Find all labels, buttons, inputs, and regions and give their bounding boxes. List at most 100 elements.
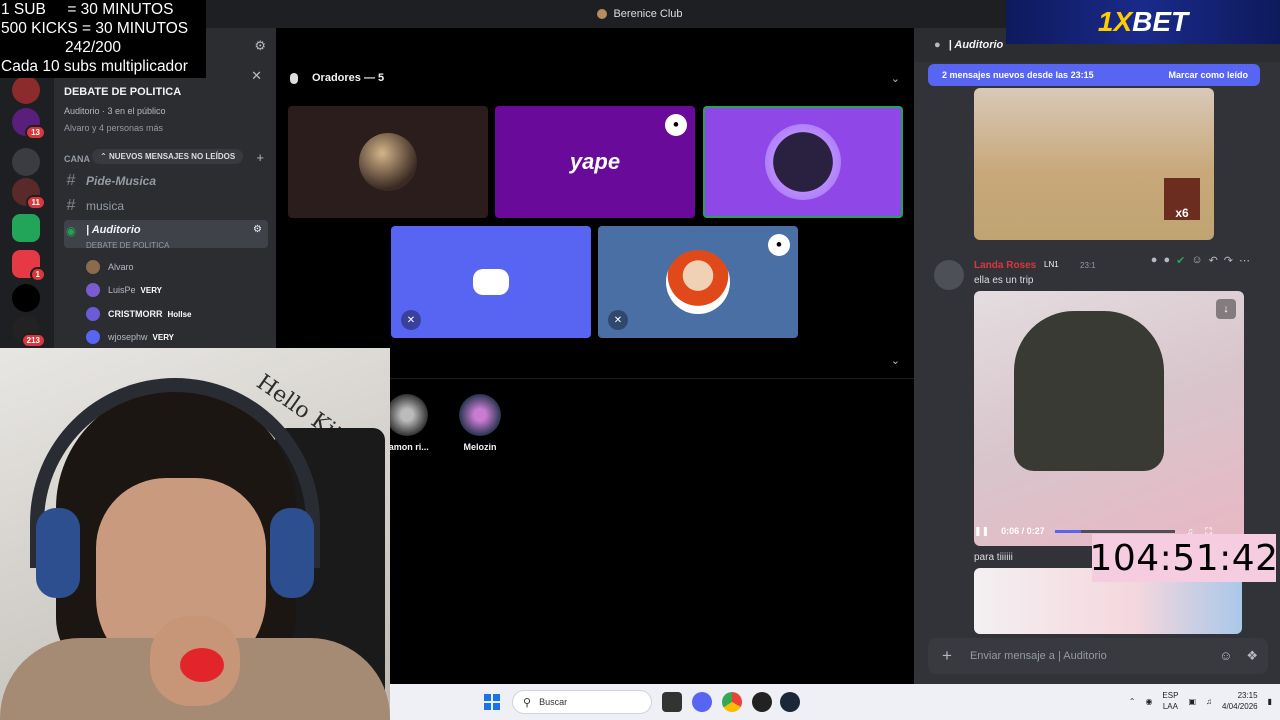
emoji-icon[interactable]: ☺ <box>1219 648 1232 664</box>
message-author[interactable]: Landa Roses <box>974 260 1036 271</box>
member-name: Alvaro <box>108 262 134 272</box>
network-icon[interactable]: ▣ <box>1188 697 1196 706</box>
settings-icon[interactable]: ⚙ <box>253 224 262 235</box>
speakers-header: Oradores — 5 <box>290 72 384 84</box>
windows-taskbar: ⚲ Buscar ⌃ ◉ ESP LAA ▣ ♫ 23:15 4/04/2026… <box>390 684 1280 720</box>
windows-start-icon[interactable] <box>484 694 500 710</box>
stage-icon: ◉ <box>65 224 77 238</box>
channel-musica[interactable]: # musica <box>64 195 268 217</box>
server-button-7[interactable] <box>12 284 40 312</box>
media-badge: x6 <box>1164 178 1200 220</box>
member-tag: Hollse <box>167 309 192 319</box>
discord-taskbar-icon[interactable] <box>692 692 712 712</box>
download-icon[interactable]: ↓ <box>1216 299 1236 319</box>
video-progress-bar[interactable] <box>1054 529 1175 533</box>
speaker-tile-speaking[interactable] <box>703 106 903 218</box>
mark-as-read-button[interactable]: Marcar como leído <box>1168 70 1248 80</box>
discord-logo-icon <box>473 269 509 295</box>
obs-taskbar-icon[interactable] <box>752 692 772 712</box>
server-button-8[interactable]: 213 <box>12 316 46 348</box>
server-button-3[interactable] <box>12 148 40 176</box>
video-frame <box>1014 311 1164 471</box>
webcam-feed: Hello Kit <box>0 348 390 720</box>
taskbar-clock[interactable]: 23:15 4/04/2026 <box>1222 690 1258 712</box>
notification-icon[interactable]: ▮ <box>1268 697 1272 706</box>
avatar <box>666 250 730 314</box>
member-row[interactable]: LuisPe VERY <box>86 281 162 299</box>
image-attachment[interactable]: x6 <box>974 88 1214 240</box>
microphone-icon <box>290 72 298 84</box>
hash-icon: # <box>66 172 76 189</box>
chevron-down-icon[interactable]: ⌄ <box>891 72 900 85</box>
stage-event-subtitle: Auditorio · 3 en el público <box>64 106 166 116</box>
audience-name: ramon ri... <box>385 442 429 452</box>
add-channel-icon[interactable]: + <box>256 150 264 165</box>
server-button-2[interactable]: 13 <box>12 108 46 140</box>
speaker-tile[interactable]: ✕ <box>391 226 591 338</box>
apps-icon[interactable]: ❖ <box>1246 648 1258 664</box>
chevron-up-icon[interactable]: ⌃ <box>1129 697 1136 706</box>
composer-placeholder[interactable]: Enviar mensaje a | Auditorio <box>970 650 1107 662</box>
category-label[interactable]: CANA <box>64 154 90 164</box>
speaker-tile[interactable]: ✕ ⚫ <box>598 226 798 338</box>
reaction-icon[interactable]: ● <box>1163 254 1170 266</box>
server-badge: 213 <box>20 333 46 348</box>
member-tag: VERY <box>152 332 175 342</box>
avatar[interactable] <box>934 260 964 290</box>
attach-plus-icon[interactable]: + <box>942 646 952 666</box>
yape-logo: yape <box>569 149 621 174</box>
sponsor-banner: 1X BET <box>1006 0 1280 44</box>
chrome-taskbar-icon[interactable] <box>722 692 742 712</box>
server-button-1[interactable] <box>12 76 40 104</box>
chevron-down-icon[interactable]: ⌄ <box>891 354 900 367</box>
more-icon[interactable]: ⋯ <box>1239 254 1250 267</box>
video-time: 0:06 / 0:27 <box>1001 526 1045 536</box>
reply-icon[interactable]: ↶ <box>1209 254 1218 267</box>
forward-icon[interactable]: ↷ <box>1224 254 1233 267</box>
overlay-line: 500 KICKS = 30 MINUTOS <box>1 20 189 37</box>
language-indicator[interactable]: ESP LAA <box>1162 690 1178 712</box>
volume-icon[interactable]: ♫ <box>1206 697 1212 706</box>
video-attachment[interactable]: ↓ <box>974 291 1244 546</box>
speaker-tile[interactable] <box>288 106 488 218</box>
speakers-label: Oradores — 5 <box>312 72 385 84</box>
server-button-6[interactable]: 1 <box>12 250 46 282</box>
speaker-tile[interactable]: yape ⚫ <box>495 106 695 218</box>
chat-bubble-icon: ● <box>934 39 941 51</box>
steam-taskbar-icon[interactable] <box>780 692 800 712</box>
add-member-icon[interactable]: ⚙ <box>254 38 266 54</box>
new-messages-pill[interactable]: ⌃ NUEVOS MENSAJES NO LEÍDOS <box>92 149 244 164</box>
task-view-icon[interactable] <box>662 692 682 712</box>
server-badge: 13 <box>25 125 46 140</box>
check-icon[interactable]: ✔ <box>1176 254 1185 267</box>
overlay-line: 1 SUB = 30 MINUTOS <box>1 1 174 18</box>
channel-pide-musica[interactable]: # Pide-Musica <box>64 170 268 192</box>
headset-earcup <box>270 508 314 598</box>
message-text: ella es un trip <box>974 275 1034 286</box>
server-button-4[interactable]: 11 <box>12 178 46 210</box>
new-messages-bar[interactable]: 2 mensajes nuevos desde las 23:15 Marcar… <box>928 64 1260 86</box>
pause-icon[interactable]: ❚❚ <box>974 526 989 537</box>
avatar <box>86 260 100 274</box>
subathon-overlay: 1 SUB = 30 MINUTOS 500 KICKS = 30 MINUTO… <box>0 0 206 78</box>
close-icon[interactable]: ✕ <box>251 68 262 84</box>
member-row[interactable]: CRISTMORR Hollse <box>86 305 192 323</box>
channel-name: Pide-Musica <box>86 174 157 188</box>
avatar <box>459 394 501 436</box>
emoji-icon[interactable]: ☺ <box>1191 254 1202 266</box>
avatar <box>359 133 417 191</box>
search-icon: ⚲ <box>523 696 532 709</box>
server-button-5[interactable] <box>12 214 40 242</box>
member-row[interactable]: wjosephw VERY <box>86 328 174 346</box>
reaction-icon[interactable]: ● <box>1151 254 1158 266</box>
red-object <box>180 648 224 682</box>
stage-event-title[interactable]: DEBATE DE POLITICA <box>64 86 181 98</box>
microphone-icon[interactable]: ◉ <box>1145 697 1152 706</box>
message-actions-bar: ● ● ✔ ☺ ↶ ↷ ⋯ <box>1151 250 1250 270</box>
author-badge: LN1 <box>1044 260 1059 269</box>
hash-icon: # <box>66 197 76 214</box>
message-composer[interactable]: + Enviar mensaje a | Auditorio ☺ ❖ <box>928 638 1268 674</box>
audience-member[interactable]: Melozin <box>445 394 515 452</box>
member-row[interactable]: Alvaro <box>86 258 134 276</box>
taskbar-search[interactable]: ⚲ Buscar <box>512 690 652 714</box>
